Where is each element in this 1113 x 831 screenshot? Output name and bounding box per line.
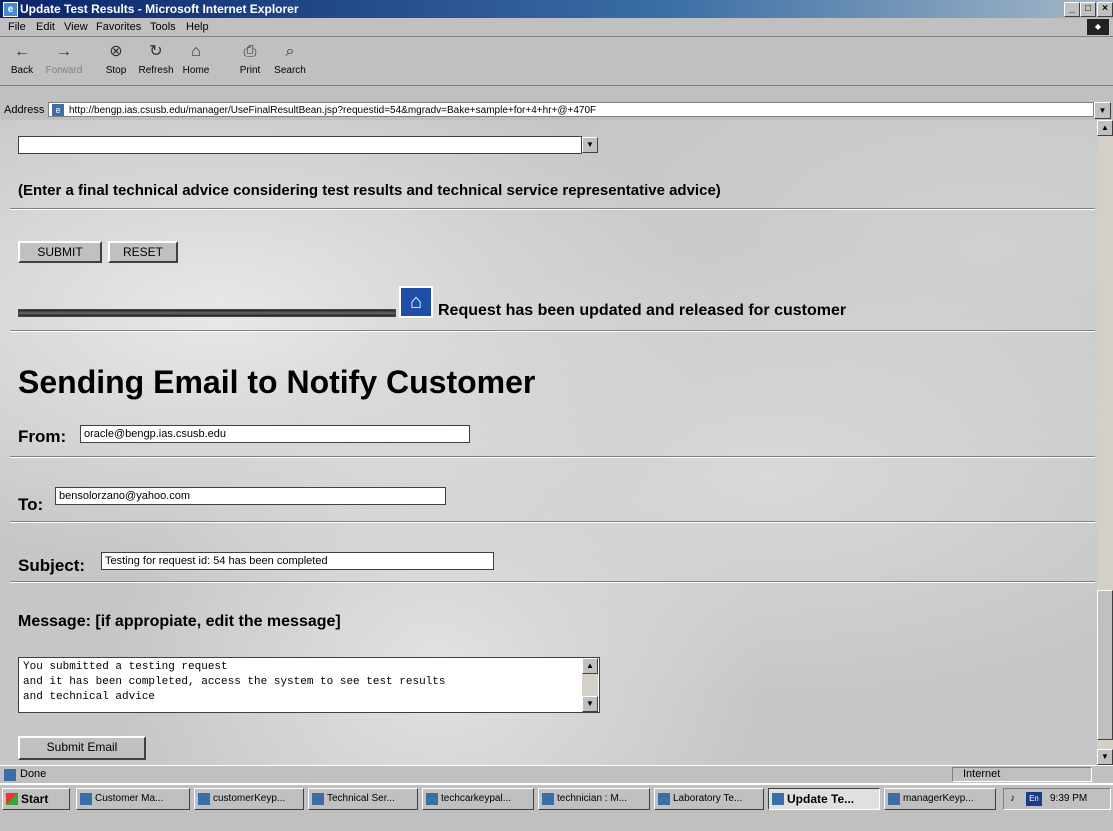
scrollbar-thumb[interactable] xyxy=(1097,590,1113,740)
back-label: Back xyxy=(10,65,34,76)
home-button[interactable]: ⌂ Home xyxy=(176,41,216,76)
refresh-icon: ↻ xyxy=(149,43,163,60)
window-title: Update Test Results - Microsoft Internet… xyxy=(20,2,299,16)
subject-label: Subject: xyxy=(18,556,86,575)
speaker-icon[interactable]: ♪ xyxy=(1010,789,1015,809)
status-text: Done xyxy=(20,768,47,780)
divider xyxy=(10,208,1095,210)
to-label: To: xyxy=(18,495,44,514)
ie-icon xyxy=(772,793,784,805)
update-confirmation: Request has been updated and released fo… xyxy=(438,302,847,319)
stop-label: Stop xyxy=(105,65,127,76)
menu-file[interactable]: File xyxy=(8,21,26,33)
menu-tools[interactable]: Tools xyxy=(150,21,176,33)
back-button[interactable]: ← Back xyxy=(2,41,42,76)
back-arrow-icon: ← xyxy=(14,43,30,60)
stop-icon: ⊗ xyxy=(109,43,123,60)
message-scroll-down-button[interactable]: ▼ xyxy=(582,696,598,712)
start-button[interactable]: Start xyxy=(2,788,70,810)
forward-button[interactable]: → Forward xyxy=(44,41,84,76)
taskbar-item[interactable]: customerKeyp... xyxy=(194,788,304,810)
windows-logo-icon: ◆ xyxy=(1087,19,1109,35)
menu-view[interactable]: View xyxy=(64,21,88,33)
address-input[interactable]: http://bengp.ias.csusb.edu/manager/UseFi… xyxy=(48,102,1094,117)
ie-icon xyxy=(312,793,324,805)
ie-icon xyxy=(658,793,670,805)
start-label: Start xyxy=(21,792,49,806)
taskbar-item[interactable]: managerKeyp... xyxy=(884,788,996,810)
address-label: Address xyxy=(4,104,45,116)
taskbar-item[interactable]: Technical Ser... xyxy=(308,788,418,810)
advice-scroll-down-button[interactable]: ▼ xyxy=(582,137,598,153)
page-done-icon xyxy=(4,769,16,781)
message-scrollbar[interactable]: ▲ ▼ xyxy=(582,658,598,712)
message-label: Message: [if appropiate, edit the messag… xyxy=(18,613,341,630)
address-dropdown-button[interactable]: ▼ xyxy=(1094,102,1111,119)
message-textarea[interactable]: You submitted a testing request and it h… xyxy=(18,657,600,713)
menu-edit[interactable]: Edit xyxy=(36,21,55,33)
scroll-down-button[interactable]: ▼ xyxy=(1097,749,1113,765)
window-title-bar[interactable]: e Update Test Results - Microsoft Intern… xyxy=(0,0,1113,18)
document-icon xyxy=(426,793,438,805)
standard-toolbar: ← Back → Forward ⊗ Stop ↻ Refresh ⌂ Home… xyxy=(0,37,1113,86)
search-icon: ⌕ xyxy=(285,43,295,60)
advice-instructions: (Enter a final technical advice consider… xyxy=(18,182,721,199)
divider xyxy=(10,521,1095,523)
taskbar-item[interactable]: techcarkeypal... xyxy=(422,788,534,810)
windows-flag-icon xyxy=(6,793,18,805)
refresh-button[interactable]: ↻ Refresh xyxy=(136,41,176,76)
status-bar: Done Internet xyxy=(0,765,1113,784)
forward-arrow-icon: → xyxy=(56,43,72,60)
page-scrollbar[interactable]: ▲ ▼ xyxy=(1097,120,1113,765)
forward-label: Forward xyxy=(45,65,83,76)
divider xyxy=(10,330,1095,332)
print-label: Print xyxy=(239,65,261,76)
scroll-up-button[interactable]: ▲ xyxy=(1097,120,1113,136)
taskbar: Start Customer Ma... customerKeyp... Tec… xyxy=(0,783,1113,831)
ie-icon xyxy=(80,793,92,805)
maximize-button[interactable]: □ xyxy=(1080,2,1096,17)
taskbar-item[interactable]: Customer Ma... xyxy=(76,788,190,810)
system-tray: ♪ En 9:39 PM xyxy=(1003,788,1111,810)
clock: 9:39 PM xyxy=(1050,793,1088,804)
advice-textarea[interactable] xyxy=(18,136,582,154)
document-icon xyxy=(542,793,554,805)
divider xyxy=(10,581,1095,583)
close-button[interactable]: × xyxy=(1097,2,1113,17)
from-label: From: xyxy=(18,427,67,446)
page-icon: e xyxy=(52,104,64,116)
reset-button[interactable]: RESET xyxy=(108,241,178,263)
page-heading: Sending Email to Notify Customer xyxy=(18,364,536,400)
security-zone: Internet xyxy=(952,767,1092,782)
taskbar-item[interactable]: technician : M... xyxy=(538,788,650,810)
search-button[interactable]: ⌕ Search xyxy=(270,41,310,76)
address-bar: Address http://bengp.ias.csusb.edu/manag… xyxy=(0,101,1113,120)
subject-field[interactable]: Testing for request id: 54 has been comp… xyxy=(101,552,494,570)
submit-button[interactable]: SUBMIT xyxy=(18,241,102,263)
from-field[interactable]: oracle@bengp.ias.csusb.edu xyxy=(80,425,470,443)
document-icon xyxy=(888,793,900,805)
refresh-label: Refresh xyxy=(138,65,174,76)
menu-help[interactable]: Help xyxy=(186,21,209,33)
print-icon: ⎙ xyxy=(243,43,257,60)
language-icon[interactable]: En xyxy=(1026,792,1042,806)
document-icon xyxy=(198,793,210,805)
submit-email-button[interactable]: Submit Email xyxy=(18,736,146,760)
message-scroll-up-button[interactable]: ▲ xyxy=(582,658,598,674)
ie-app-icon: e xyxy=(3,2,18,17)
menu-favorites[interactable]: Favorites xyxy=(96,21,141,33)
home-label: Home xyxy=(182,65,210,76)
print-button[interactable]: ⎙ Print xyxy=(230,41,270,76)
progress-bar xyxy=(18,309,396,317)
stop-button[interactable]: ⊗ Stop xyxy=(96,41,136,76)
search-label: Search xyxy=(274,65,306,76)
home-icon: ⌂ xyxy=(399,286,433,318)
menu-bar: File Edit View Favorites Tools Help ◆ xyxy=(0,18,1113,37)
to-field[interactable]: bensolorzano@yahoo.com xyxy=(55,487,446,505)
taskbar-item[interactable]: Laboratory Te... xyxy=(654,788,764,810)
divider xyxy=(10,456,1095,458)
minimize-button[interactable]: _ xyxy=(1064,2,1080,17)
home-icon: ⌂ xyxy=(191,43,201,60)
taskbar-item-active[interactable]: Update Te... xyxy=(768,788,880,810)
